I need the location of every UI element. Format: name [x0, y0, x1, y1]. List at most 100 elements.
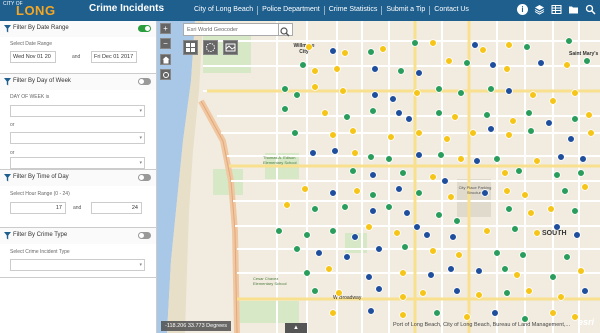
- crime-marker[interactable]: [549, 97, 557, 105]
- crime-marker[interactable]: [493, 249, 501, 257]
- crime-marker[interactable]: [349, 127, 357, 135]
- locate-button[interactable]: [160, 69, 171, 80]
- crime-marker[interactable]: [527, 209, 535, 217]
- crime-marker[interactable]: [329, 131, 337, 139]
- crime-marker[interactable]: [571, 207, 579, 215]
- crime-marker[interactable]: [503, 289, 511, 297]
- crime-marker[interactable]: [519, 251, 527, 259]
- crime-marker[interactable]: [587, 129, 595, 137]
- crime-marker[interactable]: [311, 205, 319, 213]
- crime-marker[interactable]: [303, 269, 311, 277]
- crime-marker[interactable]: [293, 91, 301, 99]
- crime-marker[interactable]: [281, 105, 289, 113]
- crime-marker[interactable]: [493, 155, 501, 163]
- crime-marker[interactable]: [371, 65, 379, 73]
- crime-marker[interactable]: [369, 207, 377, 215]
- crime-marker[interactable]: [505, 131, 513, 139]
- crime-marker[interactable]: [329, 47, 337, 55]
- crime-marker[interactable]: [415, 151, 423, 159]
- city-logo[interactable]: CITY OF LONG BEACH: [3, 2, 75, 36]
- crime-marker[interactable]: [365, 223, 373, 231]
- crime-marker[interactable]: [369, 191, 377, 199]
- crime-marker[interactable]: [483, 111, 491, 119]
- crime-marker[interactable]: [501, 265, 509, 273]
- crime-marker[interactable]: [325, 265, 333, 273]
- crime-marker[interactable]: [321, 109, 329, 117]
- crime-marker[interactable]: [311, 287, 319, 295]
- crime-marker[interactable]: [429, 173, 437, 181]
- crime-marker[interactable]: [435, 85, 443, 93]
- crime-marker[interactable]: [463, 59, 471, 67]
- filter-tod-toggle[interactable]: [138, 174, 151, 181]
- dow-select-1[interactable]: ▾: [10, 105, 145, 117]
- crime-marker[interactable]: [367, 48, 375, 56]
- crime-marker[interactable]: [405, 115, 413, 123]
- crime-marker[interactable]: [475, 267, 483, 275]
- hour-to-input[interactable]: 24: [91, 202, 142, 214]
- crime-marker[interactable]: [413, 223, 421, 231]
- zoom-in-button[interactable]: +: [160, 23, 171, 34]
- crime-marker[interactable]: [581, 183, 589, 191]
- crime-marker[interactable]: [453, 217, 461, 225]
- crime-marker[interactable]: [367, 153, 375, 161]
- crime-marker[interactable]: [311, 83, 319, 91]
- crime-marker[interactable]: [303, 231, 311, 239]
- crime-marker[interactable]: [577, 169, 585, 177]
- crime-marker[interactable]: [449, 233, 457, 241]
- end-date-input[interactable]: Fri Dec 01 2017: [91, 51, 137, 63]
- crime-marker[interactable]: [479, 46, 487, 54]
- crime-marker[interactable]: [371, 91, 379, 99]
- crime-marker[interactable]: [393, 229, 401, 237]
- crime-marker[interactable]: [349, 167, 357, 175]
- crime-marker[interactable]: [563, 253, 571, 261]
- crime-marker[interactable]: [335, 289, 343, 297]
- nav-crime-statistics[interactable]: Crime Statistics: [325, 4, 382, 16]
- nav-city-of-long-beach[interactable]: City of Long Beach: [190, 4, 257, 16]
- home-button[interactable]: [160, 54, 171, 65]
- crime-marker[interactable]: [511, 225, 519, 233]
- crime-marker[interactable]: [483, 227, 491, 235]
- crime-marker[interactable]: [419, 289, 427, 297]
- crime-marker[interactable]: [389, 95, 397, 103]
- crime-marker[interactable]: [353, 187, 361, 195]
- geocoder-search-input[interactable]: Esri World Geocoder: [183, 23, 279, 36]
- crime-marker[interactable]: [445, 57, 453, 65]
- crime-marker[interactable]: [435, 109, 443, 117]
- crime-marker[interactable]: [583, 57, 591, 65]
- crime-marker[interactable]: [471, 41, 479, 49]
- crime-marker[interactable]: [399, 269, 407, 277]
- crime-marker[interactable]: [475, 291, 483, 299]
- crime-marker[interactable]: [351, 149, 359, 157]
- crime-marker[interactable]: [331, 147, 339, 155]
- crime-marker[interactable]: [585, 111, 593, 119]
- crime-marker[interactable]: [399, 169, 407, 177]
- zoom-out-button[interactable]: −: [160, 38, 171, 49]
- crime-marker[interactable]: [329, 309, 337, 317]
- crime-marker[interactable]: [505, 41, 513, 49]
- crime-marker[interactable]: [565, 37, 573, 45]
- crime-marker[interactable]: [343, 253, 351, 261]
- crime-marker[interactable]: [427, 271, 435, 279]
- crime-marker[interactable]: [441, 177, 449, 185]
- crime-marker[interactable]: [429, 247, 437, 255]
- crime-marker[interactable]: [329, 227, 337, 235]
- crime-marker[interactable]: [537, 59, 545, 67]
- crime-marker[interactable]: [547, 205, 555, 213]
- search-icon[interactable]: [584, 3, 596, 15]
- crime-marker[interactable]: [339, 87, 347, 95]
- crime-marker[interactable]: [451, 113, 459, 121]
- crime-marker[interactable]: [315, 249, 323, 257]
- crime-marker[interactable]: [443, 135, 451, 143]
- crime-marker[interactable]: [557, 153, 565, 161]
- crime-marker[interactable]: [491, 309, 499, 317]
- table-icon[interactable]: [550, 3, 562, 15]
- crime-marker[interactable]: [457, 89, 465, 97]
- crime-marker[interactable]: [505, 87, 513, 95]
- crime-marker[interactable]: [581, 287, 589, 295]
- map-view[interactable]: Willmore City Saint Mary's SOUTH Thomas …: [157, 21, 600, 333]
- basemap-button[interactable]: [223, 40, 238, 55]
- crime-marker[interactable]: [447, 193, 455, 201]
- nav-submit-a-tip[interactable]: Submit a Tip: [382, 4, 429, 16]
- crime-marker[interactable]: [375, 245, 383, 253]
- crime-marker[interactable]: [387, 133, 395, 141]
